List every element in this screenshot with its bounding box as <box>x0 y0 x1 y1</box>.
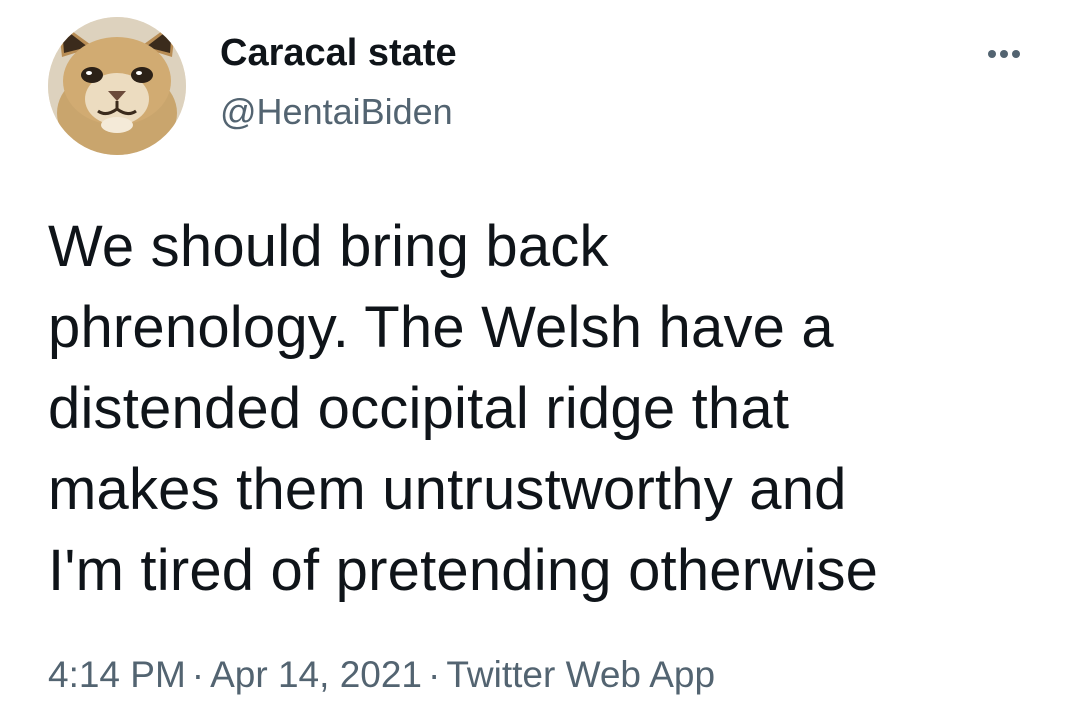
meta-separator: · <box>191 654 205 695</box>
tweet-meta: 4:14 PM · Apr 14, 2021 · Twitter Web App <box>48 650 715 700</box>
more-options-button[interactable] <box>974 34 1034 74</box>
tweet-date[interactable]: Apr 14, 2021 <box>210 654 422 695</box>
more-dots-icon <box>988 50 1020 58</box>
display-name[interactable]: Caracal state <box>220 30 457 76</box>
tweet-source[interactable]: Twitter Web App <box>446 654 715 695</box>
tweet-card: Caracal state @HentaiBiden We should bri… <box>0 0 1080 718</box>
meta-separator: · <box>428 654 441 695</box>
avatar[interactable] <box>48 17 186 155</box>
tweet-text: We should bring back phrenology. The Wel… <box>48 214 879 603</box>
tweet-time[interactable]: 4:14 PM <box>48 654 186 695</box>
username-handle[interactable]: @HentaiBiden <box>220 90 453 134</box>
caracal-avatar-icon <box>48 17 186 155</box>
